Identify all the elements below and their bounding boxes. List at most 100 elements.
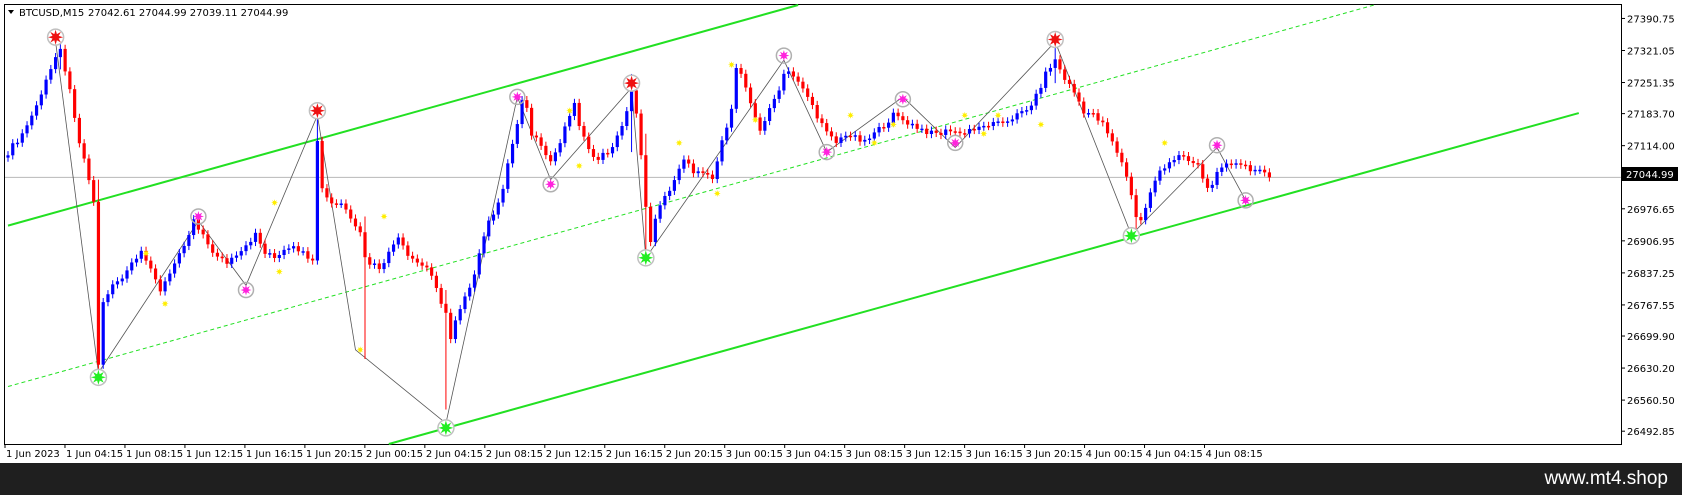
x-tick-label: 3 Jun 12:15 [906, 449, 963, 460]
y-tick-label: 26630.20 [1627, 364, 1675, 375]
swing-low-marker [638, 250, 654, 266]
bull-candle [115, 281, 120, 285]
bear-candle [306, 251, 310, 259]
bear-candle [411, 255, 415, 259]
x-tick-label: 2 Jun 08:15 [486, 449, 543, 460]
bear-candle [415, 258, 419, 263]
bull-candle [729, 108, 734, 128]
bull-candle [387, 251, 391, 264]
minor-pivot-star [980, 130, 988, 138]
bull-candle [458, 309, 462, 321]
bull-candle [6, 155, 10, 158]
bull-candle [553, 152, 557, 162]
bull-candle [391, 244, 396, 252]
bull-candle [277, 255, 281, 258]
bear-candle [425, 265, 429, 268]
bear-candle [948, 129, 953, 132]
bull-candle [601, 152, 605, 160]
y-tick-label: 26767.55 [1627, 301, 1675, 312]
bear-candle [963, 133, 967, 135]
bull-candle [239, 251, 243, 256]
bull-candle [182, 245, 186, 254]
bull-candle [1044, 71, 1048, 88]
bull-candle [872, 132, 876, 139]
bull-candle [101, 302, 105, 365]
bear-candle [211, 244, 215, 253]
bear-candle [906, 120, 910, 125]
x-tick-label: 1 Jun 08:15 [126, 449, 183, 460]
bear-candle [1248, 165, 1252, 172]
bear-candle [848, 135, 853, 138]
bear-candle [820, 118, 824, 124]
pivot-star [778, 50, 790, 62]
bull-candle [844, 135, 848, 138]
y-tick-label: 27251.35 [1627, 79, 1675, 90]
bull-candle [111, 284, 115, 295]
bear-candle [73, 89, 77, 118]
bear-candle [368, 257, 372, 265]
bull-candle [563, 126, 567, 144]
bull-candle [282, 249, 286, 256]
bull-candle [506, 163, 510, 189]
bear-candle [1120, 152, 1124, 163]
bear-candle [934, 130, 938, 133]
bear-candle [1129, 176, 1133, 196]
bear-candle [606, 152, 610, 155]
bull-candle [1234, 163, 1238, 165]
bear-candle [149, 260, 153, 269]
bear-candle [825, 123, 829, 132]
bull-candle [620, 126, 624, 136]
bear-candle [748, 87, 753, 104]
bull-candle [977, 126, 981, 130]
minor-pivot-star [1161, 139, 1169, 147]
bear-candle [953, 131, 957, 133]
bear-candle [1186, 156, 1191, 162]
bear-candle [896, 112, 900, 117]
bull-candle [682, 159, 686, 169]
bull-candle [1220, 167, 1224, 172]
bull-candle [173, 263, 177, 274]
bull-candle [463, 296, 467, 310]
bear-candle [444, 303, 448, 313]
bull-candle [1048, 67, 1053, 72]
symbol-label: BTCUSD,M15 [19, 8, 84, 19]
bear-candle [1072, 83, 1076, 93]
bear-candle [634, 90, 638, 114]
bear-candle [1267, 172, 1271, 178]
bear-candle [591, 149, 596, 157]
bull-candle [234, 255, 239, 258]
bull-candle [920, 128, 924, 131]
bull-candle [734, 68, 738, 109]
bear-candle [1101, 120, 1105, 123]
bull-candle [382, 263, 386, 270]
bear-candle [201, 229, 205, 235]
bear-candle [1105, 122, 1110, 134]
bear-candle [153, 268, 158, 280]
bear-candle [1182, 155, 1186, 157]
bull-candle [658, 205, 662, 219]
x-tick-label: 2 Jun 16:15 [606, 449, 663, 460]
bear-candle [158, 279, 162, 292]
x-tick-label: 2 Jun 20:15 [666, 449, 723, 460]
bear-candle [334, 203, 339, 205]
bear-candle [263, 243, 267, 254]
bear-candle [758, 117, 762, 131]
bull-candle [1163, 168, 1167, 171]
bear-candle [325, 188, 329, 198]
bear-candle [377, 263, 381, 270]
bull-candle [253, 232, 258, 242]
bull-candle [1215, 171, 1219, 185]
bull-candle [891, 112, 895, 123]
chart-canvas[interactable]: 27390.75 27321.05 27251.35 27183.70 27114.00… [0, 0, 1682, 463]
bull-candle [472, 274, 477, 288]
bull-candle [782, 73, 786, 91]
bull-candle [625, 111, 629, 127]
bull-candle [49, 69, 53, 80]
swing-high-marker [48, 29, 64, 45]
bear-candle [1115, 141, 1119, 153]
bear-candle [363, 232, 367, 258]
window-background [0, 0, 1682, 463]
y-tick-label: 27183.70 [1627, 110, 1675, 121]
bull-candle [1029, 105, 1033, 111]
swing-low-marker [90, 369, 106, 385]
